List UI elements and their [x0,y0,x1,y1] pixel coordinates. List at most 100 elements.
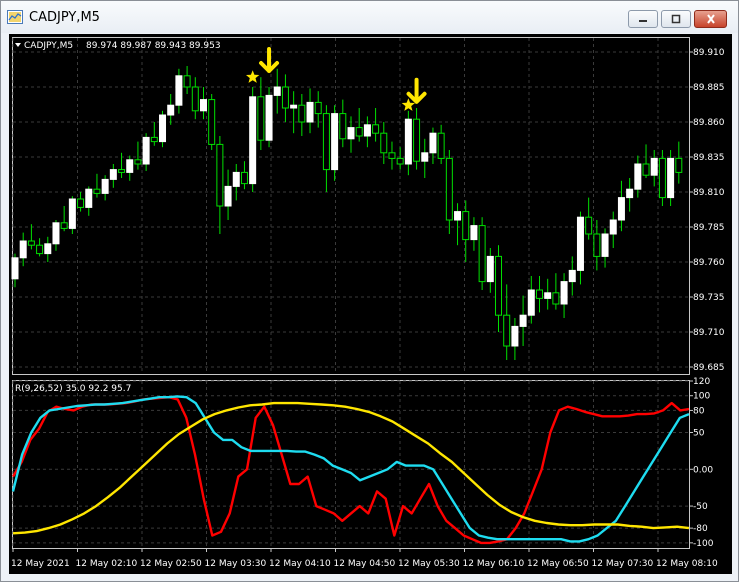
price-tick-label: 89.910 [693,48,725,58]
time-tick-label: 12 May 08:10 [656,559,718,569]
indicator-tick-label: 80 [693,406,705,416]
time-tick-label: 12 May 02:50 [140,559,202,569]
bear-candle-body [437,132,445,159]
bull-candle-body [68,198,76,229]
bull-candle-body [306,101,314,123]
maximize-button[interactable] [661,10,691,28]
bear-candle-body [339,113,347,140]
bear-candle-body [372,124,380,134]
bull-candle-body [44,243,52,255]
chart-app-icon [7,10,23,24]
price-tick-label: 89.810 [693,188,725,198]
bull-candle-body [568,269,576,283]
bear-candle-body [60,222,68,229]
indicator-tick-label: -80 [693,524,708,534]
price-tick-label: 89.785 [693,223,725,233]
time-tick-label: 12 May 04:50 [334,559,396,569]
symbol-label: CADJPY,M5 [24,41,73,51]
time-tick-label: 12 May 03:30 [205,559,267,569]
bear-candle-body [658,157,666,199]
bull-candle-body [486,255,494,283]
indicator-tick-label: -50 [693,502,708,512]
bull-candle-body [404,118,412,165]
bull-candle-body [224,185,232,207]
bull-candle-body [511,325,519,347]
bull-candle-body [667,157,675,199]
bear-candle-body [585,216,593,235]
bear-candle-body [355,127,363,137]
bull-candle-body [576,216,584,271]
bull-candle-body [199,99,207,112]
bear-candle-body [495,255,503,316]
bear-candle-body [93,188,101,194]
bear-candle-body [257,96,265,141]
bear-candle-body [413,118,421,162]
price-tick-label: 89.735 [693,293,725,303]
bear-candle-body [118,169,126,173]
bull-candle-body [11,257,19,280]
bear-candle-body [642,163,650,176]
bear-candle-body [552,292,560,305]
time-tick-label: 12 May 06:50 [527,559,589,569]
bull-candle-body [85,188,93,208]
chart-canvas[interactable]: 89.910 89.885 89.860 89.835 89.810 89.785 89.7… [9,34,732,574]
bull-candle-body [126,159,134,173]
bear-candle-body [462,211,470,241]
chart-window: CADJPY,M5 89.910 89.885 89.860 89.835 89… [0,0,739,582]
time-tick-label: 12 May 05:30 [398,559,460,569]
bear-candle-body [322,113,330,171]
bear-candle-body [150,136,158,143]
bear-candle-body [380,132,388,154]
bull-candle-body [519,314,527,327]
bull-candle-body [290,104,298,109]
chart-area[interactable]: 89.910 89.885 89.860 89.835 89.810 89.785 89.7… [9,34,732,574]
close-button[interactable] [694,10,727,28]
bear-candle-body [396,157,404,165]
bear-candle-body [503,314,511,347]
bull-candle-body [249,96,257,185]
minimize-icon [639,20,647,22]
bear-candle-body [134,159,142,165]
bull-candle-body [142,136,150,165]
bull-candle-body [421,152,429,162]
bull-candle-body [544,292,552,299]
bull-candle-body [470,225,478,241]
window-title: CADJPY,M5 [29,10,100,25]
bear-candle-body [535,289,543,299]
time-tick-label: 12 May 06:10 [463,559,525,569]
bull-candle-body [650,157,658,176]
bear-candle-body [388,152,396,159]
bull-candle-body [19,240,27,259]
bull-candle-body [560,281,568,305]
bear-candle-body [216,143,224,207]
indicator-tick-label: 50 [693,428,705,438]
bear-candle-body [191,86,199,112]
bear-candle-body [314,101,322,115]
bull-candle-body [159,114,167,143]
time-tick-label: 12 May 04:10 [269,559,331,569]
close-icon [706,14,715,24]
chart-background [9,34,732,574]
bull-candle-body [167,104,175,116]
bull-candle-body [601,233,609,257]
price-tick-label: 89.760 [693,258,725,268]
indicator-tick-label: -100 [693,539,714,549]
bear-candle-body [36,244,44,255]
bull-candle-body [109,169,117,180]
bull-candle-body [527,289,535,316]
bull-candle-body [101,178,109,194]
price-tick-label: 89.710 [693,328,725,338]
bear-candle-body [298,104,306,123]
minimize-button[interactable] [628,10,658,28]
bull-candle-body [634,163,642,190]
bull-candle-body [617,197,625,221]
bull-candle-body [331,113,339,171]
title-bar[interactable]: CADJPY,M5 [1,1,738,33]
price-tick-label: 89.835 [693,153,725,163]
bull-candle-body [626,188,634,199]
time-tick-label: 12 May 2021 [11,559,70,569]
bull-candle-body [273,86,281,96]
indicator-tick-label: 100 [693,392,710,402]
bull-candle-body [363,124,371,137]
bull-candle-body [454,211,462,221]
